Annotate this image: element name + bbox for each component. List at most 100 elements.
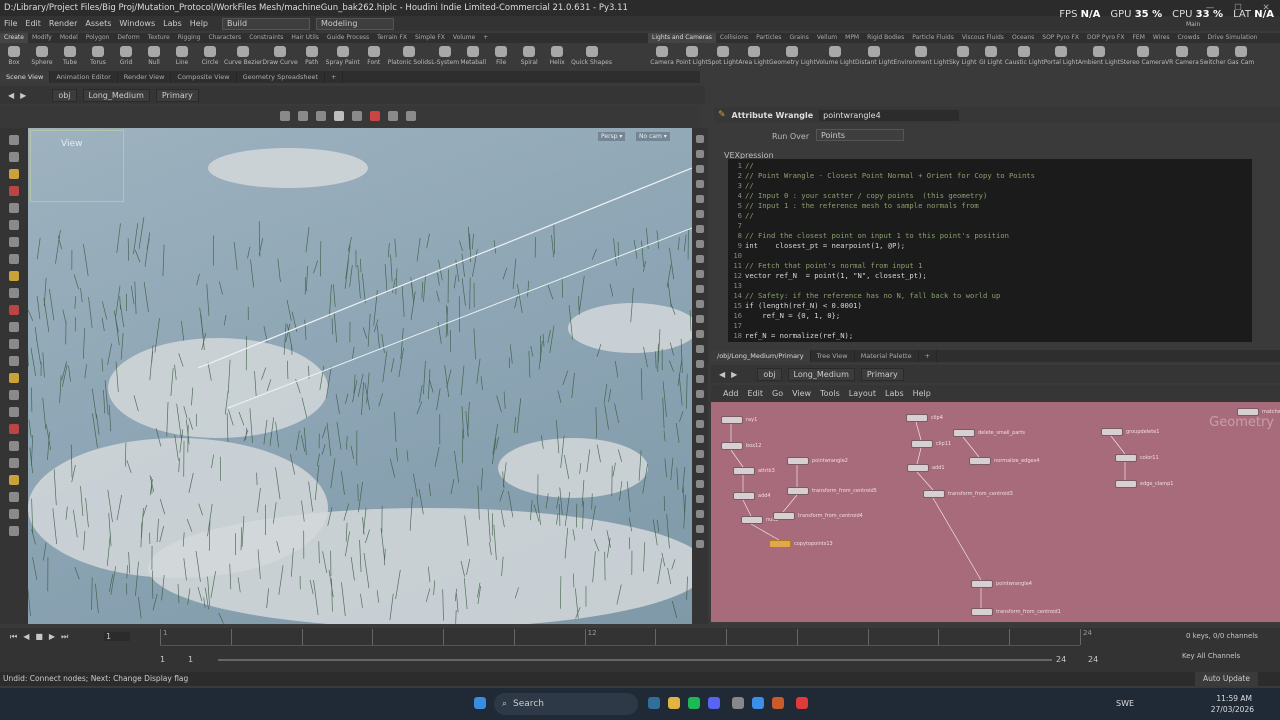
path-obj[interactable]: obj xyxy=(52,88,77,102)
shelf-tab-model[interactable]: Model xyxy=(56,33,82,43)
tool-helix[interactable]: Helix xyxy=(543,43,571,71)
timeline-ruler[interactable]: 1 12 24 xyxy=(160,628,1092,646)
viewport-tool-icon[interactable] xyxy=(9,203,19,213)
display-option-icon[interactable] xyxy=(696,315,704,323)
viewport-tool-icon[interactable] xyxy=(9,441,19,451)
brave-icon[interactable] xyxy=(796,697,808,709)
tool-grid[interactable]: Grid xyxy=(112,43,140,71)
shelf-tab-hair-utils[interactable]: Hair Utils xyxy=(287,33,322,43)
display-option-icon[interactable] xyxy=(696,270,704,278)
clock-time[interactable]: 11:59 AM xyxy=(1212,694,1252,703)
tool-gas-cam[interactable]: Gas Cam xyxy=(1227,43,1255,71)
tool-point-light[interactable]: Point Light xyxy=(676,43,708,71)
viewport-tool-icon[interactable] xyxy=(9,509,19,519)
shelf-tab-fem[interactable]: FEM xyxy=(1128,33,1148,43)
current-frame-field[interactable]: 1 xyxy=(104,632,130,641)
forward-arrow-icon[interactable]: ▶ xyxy=(731,370,737,379)
last-frame-icon[interactable]: ⏭ xyxy=(61,632,68,642)
auto-update-button[interactable]: Auto Update xyxy=(1195,672,1258,686)
display-option-icon[interactable] xyxy=(696,300,704,308)
net-menu-tools[interactable]: Tools xyxy=(820,389,840,398)
shelf-tab-rigging[interactable]: Rigging xyxy=(174,33,205,43)
shelf-tab-plus[interactable]: + xyxy=(479,33,492,43)
display-option-icon[interactable] xyxy=(696,150,704,158)
viewport-tool-icon[interactable] xyxy=(9,492,19,502)
viewport-tool-icon[interactable] xyxy=(9,186,19,196)
display-option-icon[interactable] xyxy=(696,510,704,518)
path-object[interactable]: Long_Medium xyxy=(82,88,150,102)
tool-line[interactable]: Line xyxy=(168,43,196,71)
shelf-tab-particles[interactable]: Particles xyxy=(752,33,785,43)
node-transform-from-centroid1[interactable] xyxy=(971,608,993,616)
menu-render[interactable]: Render xyxy=(45,19,81,28)
vex-code-editor[interactable]: 1//2// Point Wrangle - Closest Point Nor… xyxy=(728,159,1252,342)
path-obj[interactable]: obj xyxy=(757,367,782,381)
node-add1[interactable] xyxy=(907,464,929,472)
node-groupdelete1[interactable] xyxy=(1101,428,1123,436)
display-option-icon[interactable] xyxy=(696,480,704,488)
viewport-tool-icon[interactable] xyxy=(9,458,19,468)
end-frame-field-2[interactable]: 24 xyxy=(1088,655,1098,664)
shelf-tab-oceans[interactable]: Oceans xyxy=(1008,33,1038,43)
pane-tab-plus[interactable]: + xyxy=(919,350,938,362)
shelf-tab-viscous-fluids[interactable]: Viscous Fluids xyxy=(958,33,1008,43)
display-option-icon[interactable] xyxy=(696,180,704,188)
viewport-tool-icon[interactable] xyxy=(9,339,19,349)
node-transform-from-centroid5[interactable] xyxy=(787,487,809,495)
node-add4[interactable] xyxy=(733,492,755,500)
menu-labs[interactable]: Labs xyxy=(159,19,186,28)
persp-menu[interactable]: Persp ▾ xyxy=(598,132,626,141)
path-geo[interactable]: Primary xyxy=(155,88,199,102)
shelf-tab-grains[interactable]: Grains xyxy=(785,33,812,43)
node-color11[interactable] xyxy=(1115,454,1137,462)
play-back-icon[interactable]: ◀ xyxy=(23,632,29,642)
start-icon[interactable] xyxy=(474,697,486,709)
scene-viewport[interactable]: View Persp ▾ No cam ▾ xyxy=(28,128,692,624)
shelf-tab-mpm[interactable]: MPM xyxy=(841,33,863,43)
shelf-tab-collisions[interactable]: Collisions xyxy=(716,33,752,43)
shelf-tab-vellum[interactable]: Vellum xyxy=(813,33,841,43)
node-normalize-edges4[interactable] xyxy=(969,457,991,465)
node-delete-small-parts[interactable] xyxy=(953,429,975,437)
menu-help[interactable]: Help xyxy=(186,19,212,28)
desktop-selector[interactable]: Modeling xyxy=(316,17,394,30)
node-pointwrangle4[interactable] xyxy=(971,580,993,588)
display-option-icon[interactable] xyxy=(696,495,704,503)
viewport-tool-icon[interactable] xyxy=(9,407,19,417)
display-option-icon[interactable] xyxy=(696,525,704,533)
key-all-channels[interactable]: Key All Channels xyxy=(1182,652,1240,660)
viewport-tool-icon[interactable] xyxy=(9,169,19,179)
node-name-field[interactable]: pointwrangle4 xyxy=(819,109,960,121)
pane-tab-plus[interactable]: + xyxy=(325,71,344,83)
viewport-tool-icon[interactable] xyxy=(9,135,19,145)
viewport-tool-icon[interactable] xyxy=(9,390,19,400)
task-view-icon[interactable] xyxy=(648,697,660,709)
pane-tab-scene-view[interactable]: Scene View xyxy=(0,71,51,83)
display-option-icon[interactable] xyxy=(696,375,704,383)
tool-switcher[interactable]: Switcher xyxy=(1199,43,1227,71)
shelf-tab-particle-fluids[interactable]: Particle Fluids xyxy=(908,33,958,43)
shelf-tab-sop-pyro-fx[interactable]: SOP Pyro FX xyxy=(1038,33,1083,43)
net-menu-view[interactable]: View xyxy=(792,389,811,398)
start-frame-field[interactable]: 1 xyxy=(160,655,165,664)
display-option-icon[interactable] xyxy=(696,210,704,218)
tool-spot-light[interactable]: Spot Light xyxy=(708,43,738,71)
menu-file[interactable]: File xyxy=(0,19,21,28)
node-attrib3[interactable] xyxy=(733,467,755,475)
tool-draw-curve[interactable]: Draw Curve xyxy=(262,43,298,71)
display-option-icon[interactable] xyxy=(696,240,704,248)
node-copytopoints13[interactable] xyxy=(769,540,791,548)
tool-geometry-light[interactable]: Geometry Light xyxy=(769,43,816,71)
language-indicator[interactable]: SWE xyxy=(1116,699,1134,708)
tool-path[interactable]: Path xyxy=(298,43,326,71)
run-over-menu[interactable]: Points xyxy=(816,129,904,141)
stop-icon[interactable] xyxy=(370,111,380,121)
display-option-icon[interactable] xyxy=(696,540,704,548)
app-icon[interactable] xyxy=(732,697,744,709)
shelf-tab-guide-process[interactable]: Guide Process xyxy=(323,33,373,43)
tool-portal-light[interactable]: Portal Light xyxy=(1044,43,1078,71)
shelf-tab-lights-and-cameras[interactable]: Lights and Cameras xyxy=(648,33,716,43)
shelf-tab-rigid-bodies[interactable]: Rigid Bodies xyxy=(863,33,908,43)
end-frame-field[interactable]: 24 xyxy=(1056,655,1066,664)
net-menu-add[interactable]: Add xyxy=(723,389,739,398)
